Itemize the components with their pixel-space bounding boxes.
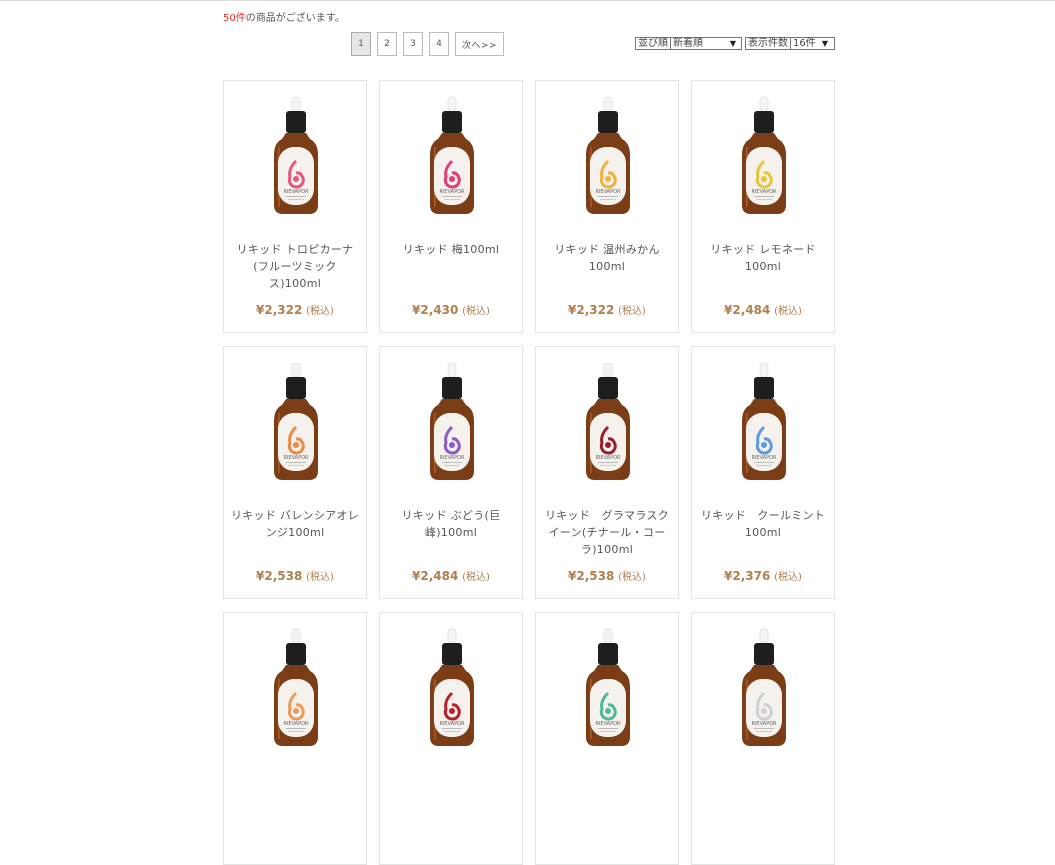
per-page-value[interactable]: 16件 ▼ [791,38,829,49]
product-price: ¥2,484 (税込) [412,569,490,583]
result-count-number: 50件 [223,13,246,24]
product-card[interactable]: RIEVAPOR リキッド 梅100ml ¥2,430 (税込) [379,80,523,333]
product-card[interactable]: RIEVAPOR [535,612,679,865]
brand-label: RIEVAPOR [751,721,777,727]
per-page-select[interactable]: 表示件数 16件 ▼ [745,37,835,50]
product-name[interactable]: リキッド トロピカーナ(フルーツミックス)100ml [230,241,360,292]
liquid-bottle-icon: RIEVAPOR [430,628,474,746]
liquid-bottle-icon: RIEVAPOR [742,362,786,480]
product-name[interactable]: リキッド クールミント100ml [698,507,828,541]
liquid-bottle-icon: RIEVAPOR [274,628,318,746]
liquid-bottle-icon: RIEVAPOR [274,362,318,480]
product-card[interactable]: RIEVAPOR [223,612,367,865]
product-image[interactable]: RIEVAPOR [380,347,522,497]
liquid-bottle-icon: RIEVAPOR [742,628,786,746]
pagination: 1 2 3 4 次へ>> [351,32,505,56]
per-page-label: 表示件数 [746,38,791,49]
product-card[interactable]: RIEVAPOR [691,612,835,865]
product-image[interactable]: RIEVAPOR [536,81,678,231]
liquid-bottle-icon: RIEVAPOR [586,96,630,214]
sort-order-value[interactable]: 新着順 ▼ [671,38,737,49]
sort-order-select[interactable]: 並び順 新着順 ▼ [635,37,742,50]
product-price: ¥2,538 (税込) [256,569,334,583]
product-image[interactable]: RIEVAPOR [692,347,834,497]
liquid-bottle-icon: RIEVAPOR [742,96,786,214]
product-price: ¥2,484 (税込) [724,303,802,317]
liquid-bottle-icon: RIEVAPOR [586,628,630,746]
brand-label: RIEVAPOR [595,455,621,461]
product-price: ¥2,322 (税込) [568,303,646,317]
product-image[interactable]: RIEVAPOR [536,347,678,497]
product-card[interactable]: RIEVAPOR リキッド バレンシアオレンジ100ml ¥2,538 (税込) [223,346,367,599]
product-card[interactable]: RIEVAPOR リキッド トロピカーナ(フルーツミックス)100ml ¥2,3… [223,80,367,333]
dropdown-arrow-icon: ▼ [729,39,736,48]
brand-label: RIEVAPOR [595,721,621,727]
dropdown-arrow-icon: ▼ [821,39,828,48]
product-image[interactable]: RIEVAPOR [536,613,678,763]
top-divider [0,0,1055,1]
product-card[interactable]: RIEVAPOR [379,612,523,865]
brand-label: RIEVAPOR [439,721,465,727]
product-name[interactable]: リキッド 梅100ml [386,241,516,258]
product-name[interactable]: リキッド ぶどう(巨峰)100ml [386,507,516,541]
liquid-bottle-icon: RIEVAPOR [430,362,474,480]
product-card[interactable]: RIEVAPOR リキッド レモネード100ml ¥2,484 (税込) [691,80,835,333]
sort-order-label: 並び順 [636,38,671,49]
product-image[interactable]: RIEVAPOR [224,613,366,763]
brand-label: RIEVAPOR [751,189,777,195]
result-count-suffix: の商品がございます。 [245,13,345,24]
liquid-bottle-icon: RIEVAPOR [274,96,318,214]
product-name[interactable]: リキッド バレンシアオレンジ100ml [230,507,360,541]
product-price: ¥2,322 (税込) [256,303,334,317]
product-image[interactable]: RIEVAPOR [692,613,834,763]
page-button-3[interactable]: 3 [403,32,423,56]
product-card[interactable]: RIEVAPOR リキッド クールミント100ml ¥2,376 (税込) [691,346,835,599]
product-card[interactable]: RIEVAPOR リキッド 温州みかん100ml ¥2,322 (税込) [535,80,679,333]
brand-label: RIEVAPOR [439,455,465,461]
product-image[interactable]: RIEVAPOR [224,347,366,497]
brand-label: RIEVAPOR [283,455,309,461]
next-page-button[interactable]: 次へ>> [455,32,505,56]
product-name[interactable]: リキッド グラマラスクイーン(チナール・コーラ)100ml [542,507,672,558]
product-card[interactable]: RIEVAPOR リキッド ぶどう(巨峰)100ml ¥2,484 (税込) [379,346,523,599]
liquid-bottle-icon: RIEVAPOR [586,362,630,480]
brand-label: RIEVAPOR [283,721,309,727]
brand-label: RIEVAPOR [595,189,621,195]
brand-label: RIEVAPOR [283,189,309,195]
product-price: ¥2,538 (税込) [568,569,646,583]
page-button-4[interactable]: 4 [429,32,449,56]
product-image[interactable]: RIEVAPOR [692,81,834,231]
product-card[interactable]: RIEVAPOR リキッド グラマラスクイーン(チナール・コーラ)100ml ¥… [535,346,679,599]
page-button-2[interactable]: 2 [377,32,397,56]
brand-label: RIEVAPOR [439,189,465,195]
product-image[interactable]: RIEVAPOR [224,81,366,231]
product-name[interactable]: リキッド 温州みかん100ml [542,241,672,275]
product-image[interactable]: RIEVAPOR [380,613,522,763]
product-name[interactable]: リキッド レモネード100ml [698,241,828,275]
page-button-1[interactable]: 1 [351,32,371,56]
product-image[interactable]: RIEVAPOR [380,81,522,231]
brand-label: RIEVAPOR [751,455,777,461]
product-price: ¥2,430 (税込) [412,303,490,317]
product-price: ¥2,376 (税込) [724,569,802,583]
liquid-bottle-icon: RIEVAPOR [430,96,474,214]
result-count: 50件の商品がございます。 [223,9,345,24]
